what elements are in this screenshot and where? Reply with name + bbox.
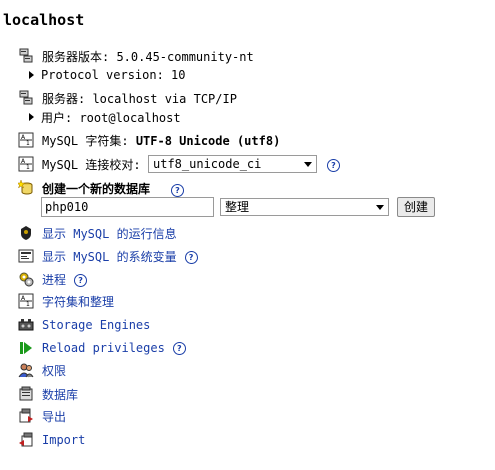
system-vars-row: 显示 MySQL 的系统变量? — [0, 246, 495, 266]
privileges-link[interactable]: 权限 — [42, 362, 66, 379]
status-icon — [18, 225, 34, 241]
variables-icon — [18, 248, 34, 264]
charsets-row: A1 字符集和整理 — [0, 291, 495, 311]
engine-icon — [18, 317, 34, 333]
server-icon — [18, 48, 34, 64]
storage-engines-row: Storage Engines — [0, 315, 495, 335]
chevron-down-icon — [376, 205, 384, 210]
help-icon[interactable]: ? — [172, 342, 186, 355]
help-icon[interactable]: ? — [74, 273, 88, 287]
bullet-arrow-icon — [29, 113, 34, 121]
create-db-row: 创建一个新的数据库 — [0, 178, 495, 198]
help-icon[interactable]: ? — [184, 250, 198, 264]
storage-engines-link[interactable]: Storage Engines — [42, 318, 150, 332]
system-vars-link[interactable]: 显示 MySQL 的系统变量? — [42, 248, 198, 265]
svg-text:1: 1 — [26, 164, 30, 171]
bullet-arrow-icon — [29, 71, 34, 79]
charset-value: UTF-8 Unicode (utf8) — [135, 133, 281, 148]
runtime-info-row: 显示 MySQL 的运行信息 — [0, 223, 495, 243]
system-vars-link-text: 显示 MySQL 的系统变量 — [42, 249, 177, 264]
processes-link[interactable]: 进程? — [42, 271, 88, 288]
import-row: Import — [0, 430, 495, 450]
charset-icon: A1 — [18, 293, 34, 309]
charset-icon: A1 — [18, 132, 34, 148]
import-icon — [18, 432, 34, 448]
server-version-row: 服务器版本: 5.0.45-community-nt — [0, 46, 495, 66]
reload-privileges-link[interactable]: Reload privileges? — [42, 341, 186, 355]
processes-gear-icon — [18, 271, 34, 287]
chevron-down-icon — [304, 162, 312, 167]
create-db-label: 创建一个新的数据库 — [42, 181, 151, 196]
protocol-version-text: Protocol version: 10 — [41, 68, 186, 82]
server-home-panel: localhost 服务器版本: 5.0.45-community-nt Pro… — [0, 0, 495, 470]
new-db-collation-selected: 整理 — [225, 200, 250, 214]
privileges-row: 权限 — [0, 360, 495, 380]
server-row: 服务器: localhost via TCP/IP — [0, 88, 495, 108]
processes-link-text: 进程 — [42, 272, 67, 287]
help-icon[interactable]: ? — [171, 184, 184, 197]
collation-selected: utf8_unicode_ci — [153, 157, 262, 171]
user-text: 用户: root@localhost — [41, 110, 181, 125]
charset-row: A1 MySQL 字符集: UTF-8 Unicode (utf8) — [0, 130, 495, 150]
server-text: 服务器: localhost via TCP/IP — [42, 91, 237, 106]
processes-row: 进程? — [0, 269, 495, 289]
users-icon — [18, 362, 34, 378]
new-database-icon — [18, 180, 34, 196]
databases-link[interactable]: 数据库 — [42, 386, 78, 403]
charset-icon: A1 — [18, 156, 34, 172]
reload-play-icon — [18, 340, 34, 356]
export-link[interactable]: 导出 — [42, 408, 66, 425]
new-db-collation-select[interactable]: 整理 — [220, 198, 389, 216]
charset-label: MySQL 字符集: — [42, 133, 136, 148]
reload-privileges-link-text: Reload privileges — [42, 341, 165, 355]
export-row: 导出 — [0, 406, 495, 426]
help-icon[interactable]: ? — [327, 159, 340, 172]
reload-privileges-row: Reload privileges? — [0, 338, 495, 358]
databases-row: 数据库 — [0, 384, 495, 404]
create-button[interactable]: 创建 — [397, 197, 436, 217]
server-version-text: 服务器版本: 5.0.45-community-nt — [42, 49, 254, 64]
db-name-input[interactable]: php010 — [41, 197, 214, 217]
server-icon — [18, 90, 34, 106]
svg-text:1: 1 — [26, 140, 30, 147]
user-row: 用户: root@localhost — [0, 107, 495, 127]
runtime-info-link[interactable]: 显示 MySQL 的运行信息 — [42, 225, 177, 242]
export-icon — [18, 408, 34, 424]
protocol-version-row: Protocol version: 10 — [0, 65, 495, 85]
charsets-link[interactable]: 字符集和整理 — [42, 293, 114, 310]
svg-text:1: 1 — [26, 301, 30, 308]
databases-icon — [18, 386, 34, 402]
collation-select[interactable]: utf8_unicode_ci — [148, 155, 317, 173]
import-link[interactable]: Import — [42, 433, 85, 447]
collation-label: MySQL 连接校对: — [42, 157, 141, 172]
page-title: localhost — [3, 11, 85, 29]
